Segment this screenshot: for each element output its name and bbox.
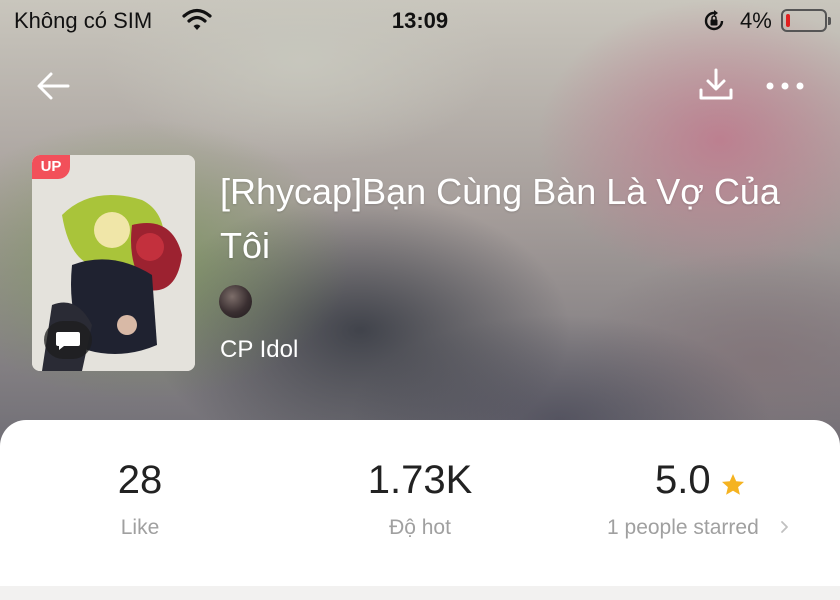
download-button[interactable] (696, 66, 736, 106)
battery-icon (781, 9, 831, 32)
book-category[interactable]: CP Idol (220, 336, 298, 364)
star-icon (722, 474, 744, 495)
comment-icon (56, 332, 80, 350)
more-dots-icon (766, 82, 804, 90)
like-count: 28 (117, 458, 163, 502)
section-divider (0, 586, 840, 600)
header-background: Không có SIM 13:09 4% UP [Rhycap]Bạn Cùn… (0, 0, 840, 470)
status-bar: Không có SIM 13:09 4% (0, 0, 840, 42)
rating-label: 1 people starred (607, 516, 759, 539)
more-options-button[interactable] (762, 70, 808, 102)
download-icon (699, 68, 733, 100)
author-avatar[interactable] (219, 285, 252, 318)
book-cover[interactable]: UP (32, 155, 195, 371)
stats-card: 28 Like 1.73K Độ hot 5.0 1 people starre… (0, 420, 840, 586)
battery-percent: 4% (740, 8, 772, 33)
arrow-left-icon (37, 72, 70, 100)
hot-label: Độ hot (389, 516, 451, 539)
update-badge: UP (32, 155, 70, 179)
like-label: Like (120, 516, 160, 539)
back-button[interactable] (34, 66, 74, 106)
chevron-right-icon (781, 521, 788, 533)
rating-value: 5.0 (655, 458, 711, 502)
comment-badge[interactable] (44, 321, 92, 359)
book-title: [Rhycap]Bạn Cùng Bàn Là Vợ Của Tôi (220, 171, 780, 266)
rotation-lock-icon (704, 10, 724, 31)
hot-count: 1.73K (367, 458, 473, 502)
